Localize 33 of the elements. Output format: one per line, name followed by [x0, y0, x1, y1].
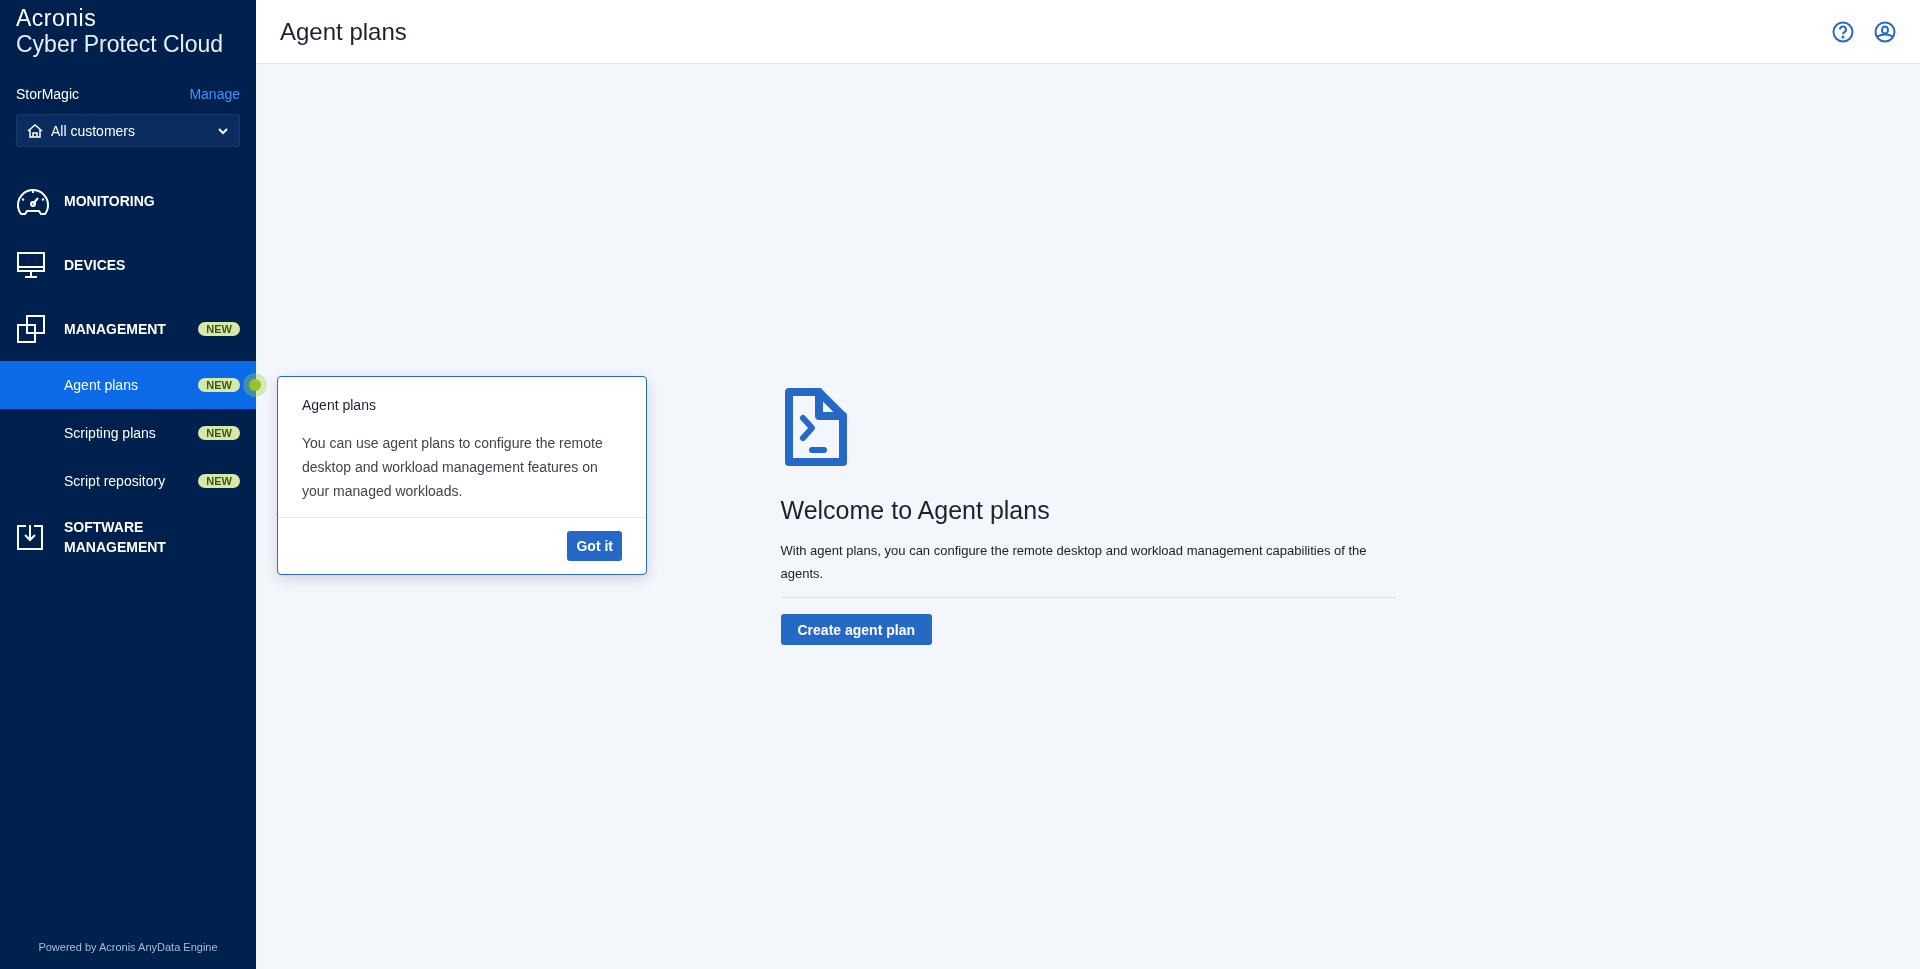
got-it-button[interactable]: Got it	[567, 531, 622, 561]
tenant-name: StorMagic	[16, 86, 80, 102]
nav-item[interactable]: SOFTWARE MANAGEMENT	[0, 505, 256, 569]
nav-item[interactable]: Scripting plans NEW	[0, 409, 256, 457]
house-icon	[27, 123, 43, 138]
new-badge: NEW	[198, 426, 240, 440]
popover-text: You can use agent plans to configure the remote desktop and workload management features on your managed workloads.	[301, 434, 604, 501]
chevron-down-icon	[217, 126, 229, 135]
new-badge: NEW	[198, 378, 240, 392]
nav-item[interactable]: Agent plans NEW	[0, 361, 256, 409]
page-title: Agent plans	[280, 17, 408, 46]
help-icon[interactable]	[1832, 20, 1854, 43]
download-box-icon	[16, 523, 44, 551]
new-badge: NEW	[198, 322, 240, 336]
powered-by-text: Powered by Acronis AnyData Engine	[37, 941, 219, 955]
nav-item[interactable]: MONITORING	[0, 169, 256, 233]
new-badge: NEW	[198, 474, 240, 488]
monitor-icon	[16, 251, 46, 279]
nav-item[interactable]: Script repository NEW	[0, 457, 256, 505]
hint-beacon-icon[interactable]	[243, 373, 267, 397]
account-icon[interactable]	[1874, 20, 1896, 43]
popover-title: Agent plans	[301, 396, 377, 413]
product-name: Cyber Protect Cloud	[16, 30, 224, 58]
create-agent-plan-button[interactable]: Create agent plan	[780, 614, 932, 645]
nav-item[interactable]: MANAGEMENT NEW	[0, 297, 256, 361]
customer-dropdown[interactable]: All customers	[16, 114, 240, 147]
welcome-description: With agent plans, you can configure the remote desktop and workload management capabilities of the agents.	[780, 542, 1368, 583]
overlapping-squares-icon	[16, 314, 46, 344]
nav-item[interactable]: DEVICES	[0, 233, 256, 297]
brand-name: Acronis	[16, 6, 97, 30]
manage-link[interactable]: Manage	[189, 86, 240, 102]
gauge-icon	[16, 186, 50, 216]
welcome-title: Welcome to Agent plans	[780, 496, 1050, 525]
